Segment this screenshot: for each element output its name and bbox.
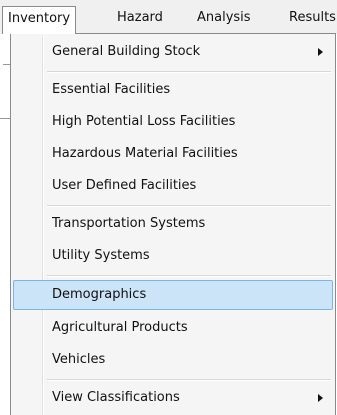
menu-item-label: Hazardous Material Facilities bbox=[52, 146, 238, 161]
menu-item-label: Demographics bbox=[52, 287, 147, 302]
menu-item-general-building-stock[interactable]: General Building Stock bbox=[13, 38, 333, 66]
menu-analysis[interactable]: Analysis bbox=[197, 8, 251, 28]
background-divider bbox=[3, 64, 10, 65]
menu-item-label: Essential Facilities bbox=[52, 82, 171, 97]
background-divider bbox=[0, 118, 10, 119]
menu-item-label: Utility Systems bbox=[52, 248, 150, 263]
menu-item-label: Agricultural Products bbox=[52, 320, 188, 335]
menu-item-user-defined-facilities[interactable]: User Defined Facilities bbox=[13, 172, 333, 200]
inventory-dropdown-menu: General Building Stock Essential Facilit… bbox=[10, 33, 336, 415]
menu-item-label: User Defined Facilities bbox=[52, 178, 197, 193]
menu-item-label: High Potential Loss Facilities bbox=[52, 114, 236, 129]
menu-item-high-potential-loss-facilities[interactable]: High Potential Loss Facilities bbox=[13, 108, 333, 136]
submenu-arrow-icon bbox=[318, 394, 323, 402]
menu-item-transportation-systems[interactable]: Transportation Systems bbox=[13, 210, 333, 238]
menu-item-essential-facilities[interactable]: Essential Facilities bbox=[13, 76, 333, 104]
menu-item-agricultural-products[interactable]: Agricultural Products bbox=[13, 314, 333, 342]
menu-item-label: View Classifications bbox=[52, 390, 180, 405]
menu-item-vehicles[interactable]: Vehicles bbox=[13, 346, 333, 374]
menu-results[interactable]: Results bbox=[289, 8, 336, 28]
menu-item-label: General Building Stock bbox=[52, 44, 201, 59]
menu-bar: Inventory Hazard Analysis Results bbox=[0, 0, 337, 34]
menu-item-view-classifications[interactable]: View Classifications bbox=[13, 384, 333, 412]
menu-separator bbox=[47, 71, 331, 73]
submenu-arrow-icon bbox=[318, 48, 323, 56]
menu-item-hazardous-material-facilities[interactable]: Hazardous Material Facilities bbox=[13, 140, 333, 168]
menu-item-utility-systems[interactable]: Utility Systems bbox=[13, 242, 333, 270]
menu-item-demographics[interactable]: Demographics bbox=[13, 280, 333, 310]
menu-hazard[interactable]: Hazard bbox=[117, 8, 163, 28]
menu-separator bbox=[47, 379, 331, 381]
menu-separator bbox=[47, 275, 331, 277]
menu-item-label: Vehicles bbox=[52, 352, 106, 367]
menu-separator bbox=[47, 205, 331, 207]
menu-inventory[interactable]: Inventory bbox=[2, 6, 77, 34]
menu-item-label: Transportation Systems bbox=[52, 216, 206, 231]
